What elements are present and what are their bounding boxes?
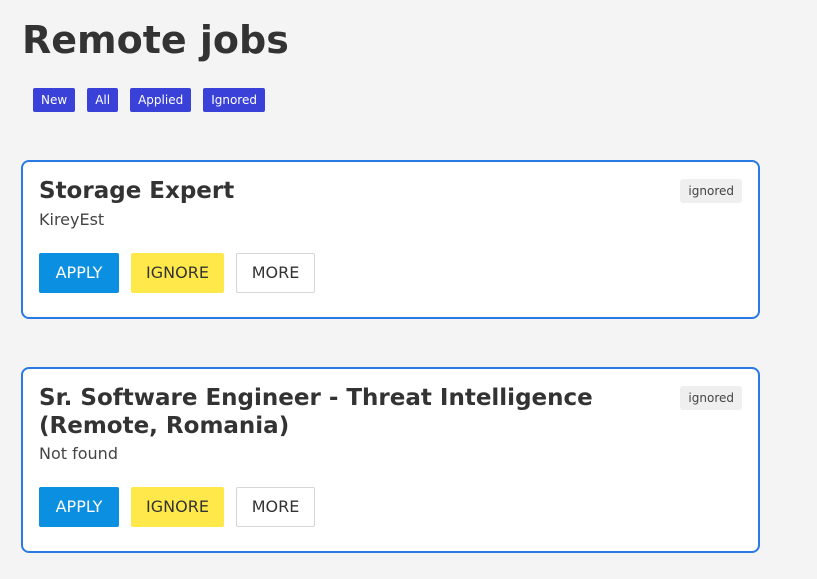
job-title: Sr. Software Engineer - Threat Intellige… — [39, 385, 593, 439]
filter-new-button[interactable]: New — [33, 88, 76, 112]
status-badge: ignored — [680, 386, 742, 410]
filter-ignored-button[interactable]: Ignored — [203, 88, 265, 112]
ignore-button[interactable]: IGNORE — [131, 253, 224, 293]
ignore-button[interactable]: IGNORE — [131, 487, 224, 527]
job-company: Not found — [39, 444, 118, 463]
job-card: Storage Expert KireyEst ignored APPLY IG… — [21, 160, 760, 319]
filter-bar: New All Applied Ignored — [33, 88, 277, 112]
status-badge: ignored — [680, 179, 742, 203]
job-actions: APPLY IGNORE MORE — [39, 487, 327, 527]
apply-button[interactable]: APPLY — [39, 487, 119, 527]
job-card: Sr. Software Engineer - Threat Intellige… — [21, 367, 760, 553]
more-button[interactable]: MORE — [236, 253, 315, 293]
page-title: Remote jobs — [22, 18, 289, 62]
job-company: KireyEst — [39, 210, 105, 229]
apply-button[interactable]: APPLY — [39, 253, 119, 293]
more-button[interactable]: MORE — [236, 487, 315, 527]
job-title: Storage Expert — [39, 178, 235, 204]
filter-all-button[interactable]: All — [87, 88, 119, 112]
job-actions: APPLY IGNORE MORE — [39, 253, 327, 293]
filter-applied-button[interactable]: Applied — [130, 88, 192, 112]
